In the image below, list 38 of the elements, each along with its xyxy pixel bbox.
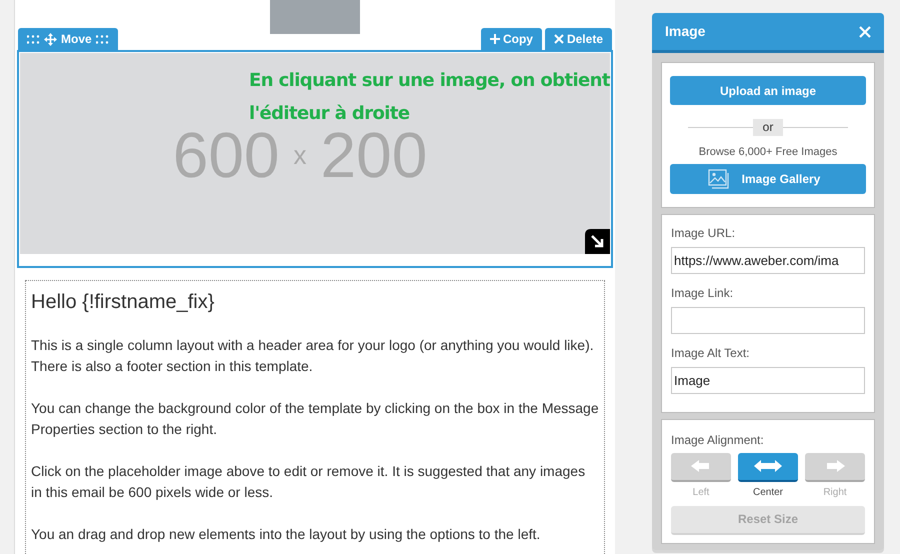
alignment-caption: Right — [823, 486, 847, 500]
alignment-label: Image Alignment: — [671, 432, 765, 448]
arrow-right-icon — [825, 460, 845, 472]
field-label: Image URL: — [671, 224, 736, 242]
browse-text: Browse 6,000+ Free Images — [698, 145, 838, 160]
close-icon — [554, 34, 564, 44]
grip-icon — [96, 34, 109, 44]
gallery-button[interactable]: Image Gallery — [670, 164, 866, 194]
alignment-caption: Center — [752, 486, 783, 500]
or-label: or — [752, 119, 784, 136]
arrow-left-icon — [691, 460, 711, 472]
body-paragraph: You can change the background color of the template by clicking on the box in the Message Properties section to the right. — [31, 399, 599, 439]
body-paragraph: This is a single column layout with a header area for your logo (or anything you would like). There is also a footer section in this template. — [31, 336, 595, 376]
alignment-caption: Left — [692, 486, 710, 500]
arrow-both-icon — [754, 460, 782, 472]
text-field[interactable]: Image — [671, 366, 865, 394]
field-label: Image Link: — [671, 284, 734, 302]
text-block[interactable] — [25, 280, 605, 554]
annotation-text: En cliquant sur une image, on obtient — [249, 69, 610, 93]
resize-handle-icon[interactable] — [585, 229, 610, 254]
body-paragraph: Click on the placeholder image above to edit or remove it. It is suggested that any images in this email be 600 pixels wide or less. — [31, 462, 586, 502]
plus-icon — [490, 34, 500, 44]
text-heading: Hello {!firstname_fix} — [31, 290, 216, 315]
grip-icon — [27, 34, 40, 44]
panel-title: Image — [665, 22, 706, 41]
move-icon — [44, 32, 57, 46]
gallery-icon — [708, 168, 730, 188]
close-icon[interactable] — [859, 26, 871, 38]
delete-button[interactable]: Delete — [544, 28, 612, 50]
alignment-button[interactable] — [738, 452, 798, 482]
text-field[interactable] — [671, 306, 865, 334]
copy-button[interactable]: Copy — [480, 28, 542, 50]
field-label: Image Alt Text: — [671, 344, 750, 362]
upload-button[interactable]: Upload an image — [670, 76, 866, 105]
move-handle[interactable]: Move — [18, 28, 118, 50]
text-field[interactable]: https://www.aweber.com/ima — [671, 246, 865, 274]
annotation-text: l'éditeur à droite — [249, 102, 410, 126]
body-paragraph: You an drag and drop new elements into the layout by using the options to the left. — [31, 525, 542, 544]
